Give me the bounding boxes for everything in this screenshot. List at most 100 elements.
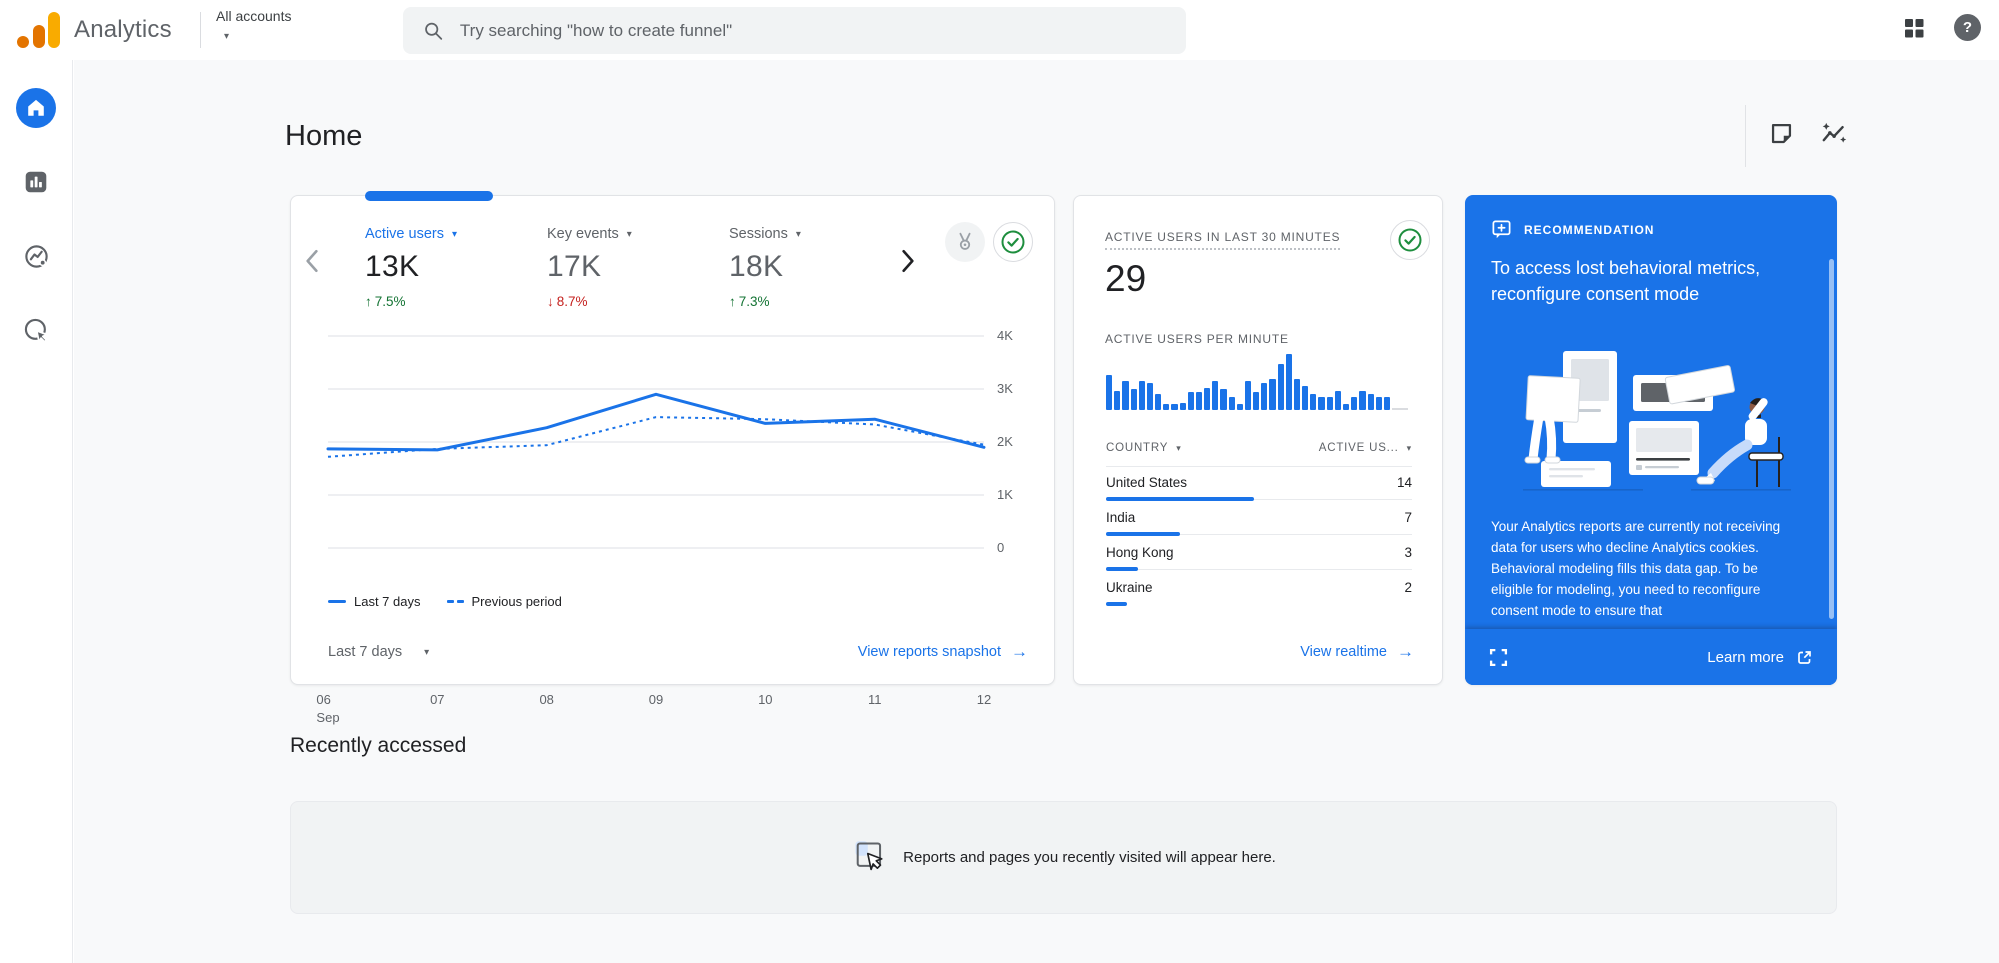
metric-active-users[interactable]: Active users ▾ 13K ↑ 7.5% bbox=[365, 226, 547, 309]
x-axis-label: 12 bbox=[976, 692, 992, 707]
realtime-data-quality-button[interactable] bbox=[1390, 220, 1430, 260]
metric-value: 18K bbox=[729, 250, 784, 283]
arrow-up-icon: ↑ bbox=[729, 294, 736, 309]
minute-bar bbox=[1261, 383, 1268, 410]
sidebar-item-home[interactable] bbox=[16, 88, 56, 128]
account-switcher-label: All accounts bbox=[216, 8, 292, 24]
notes-button[interactable] bbox=[1764, 116, 1798, 150]
sidebar-item-advertising[interactable] bbox=[16, 310, 56, 350]
country-column-sort[interactable]: COUNTRY ▾ bbox=[1106, 442, 1182, 454]
realtime-title[interactable]: ACTIVE USERS IN LAST 30 MINUTES bbox=[1105, 230, 1341, 250]
minute-bar bbox=[1179, 402, 1186, 410]
benchmarking-button[interactable] bbox=[945, 222, 985, 262]
x-axis-label: 06 Sep bbox=[316, 692, 340, 725]
recently-accessed-empty-panel: Reports and pages you recently visited w… bbox=[290, 801, 1837, 914]
insights-icon bbox=[1822, 122, 1846, 143]
metric-value: 13K bbox=[365, 250, 420, 283]
metric-columns: Active users ▾ 13K ↑ 7.5% Key events ▾ 17K ↓ 8.7%… bbox=[365, 226, 911, 309]
active-users-column-sort[interactable]: ACTIVE US... ▾ bbox=[1319, 442, 1412, 454]
country-name: Ukraine bbox=[1106, 580, 1153, 595]
sidebar-item-reports[interactable] bbox=[16, 162, 56, 202]
brand-logo[interactable]: Analytics bbox=[16, 12, 172, 48]
sidebar-item-explore[interactable] bbox=[16, 236, 56, 276]
minute-bar bbox=[1146, 383, 1154, 410]
minute-bar bbox=[1293, 379, 1301, 410]
brand-name: Analytics bbox=[74, 16, 172, 43]
reports-icon bbox=[25, 171, 47, 193]
chevron-down-icon: ▾ bbox=[795, 228, 801, 240]
minute-bar bbox=[1236, 403, 1243, 410]
recommendation-card: RECOMMENDATION To access lost behavioral… bbox=[1465, 195, 1837, 685]
metric-key-events[interactable]: Key events ▾ 17K ↓ 8.7% bbox=[547, 226, 729, 309]
metrics-prev-button[interactable] bbox=[303, 248, 323, 276]
recommendation-body: Your Analytics reports are currently not… bbox=[1491, 519, 1781, 618]
title-actions-divider bbox=[1745, 105, 1746, 167]
view-reports-snapshot-link[interactable]: View reports snapshot → bbox=[858, 642, 1028, 662]
x-axis-label: 10 bbox=[758, 692, 773, 707]
dashed-line-swatch bbox=[446, 599, 464, 604]
country-table-body: United States 14 India 7 Hong Kong 3 Ukraine 2 bbox=[1106, 466, 1412, 606]
cursor-click-icon bbox=[855, 840, 883, 870]
date-range-selector[interactable]: Last 7 days ▾ bbox=[328, 644, 429, 660]
minute-bar bbox=[1138, 380, 1145, 410]
expand-icon[interactable] bbox=[1489, 648, 1508, 667]
recommendation-badge: RECOMMENDATION bbox=[1524, 222, 1655, 237]
active-metric-tab-indicator bbox=[365, 191, 493, 201]
country-row: India 7 bbox=[1106, 501, 1412, 536]
minute-bar bbox=[1310, 394, 1317, 410]
minute-bar bbox=[1351, 396, 1358, 410]
metric-sessions[interactable]: Sessions ▾ 18K ↑ 7.3% bbox=[729, 226, 911, 309]
insights-button[interactable] bbox=[1816, 116, 1850, 150]
advertising-icon bbox=[24, 318, 48, 343]
help-icon[interactable]: ? bbox=[1954, 14, 1981, 41]
country-bar bbox=[1106, 602, 1128, 606]
header-actions: ? bbox=[1902, 14, 1981, 41]
y-axis-label: 1K bbox=[997, 487, 1013, 502]
country-name: United States bbox=[1106, 475, 1188, 490]
check-circle-icon bbox=[1398, 228, 1422, 252]
minute-bar bbox=[1318, 396, 1325, 410]
minute-bar bbox=[1342, 403, 1350, 410]
main-content: Home Active users ▾ 13K ↑ 7.5% Key event… bbox=[74, 60, 1999, 963]
x-axis-label: 11 bbox=[867, 692, 882, 707]
country-active-users: 2 bbox=[1404, 580, 1412, 595]
analytics-home-page: Analytics All accounts ▾ ? bbox=[0, 0, 1999, 963]
arrow-right-icon: → bbox=[1397, 642, 1414, 661]
learn-more-button[interactable]: Learn more bbox=[1707, 649, 1813, 666]
y-axis-label: 4K bbox=[997, 328, 1013, 343]
chevron-down-icon: ▾ bbox=[1406, 442, 1412, 453]
recommendation-icon bbox=[1492, 220, 1511, 239]
apps-grid-icon[interactable] bbox=[1902, 16, 1926, 40]
chevron-down-icon: ▾ bbox=[626, 228, 632, 240]
recommendation-header: RECOMMENDATION bbox=[1491, 219, 1654, 240]
minute-bar bbox=[1302, 385, 1309, 410]
recently-accessed-heading: Recently accessed bbox=[290, 734, 467, 757]
account-switcher[interactable]: All accounts ▾ bbox=[216, 8, 291, 42]
date-range-label: Last 7 days bbox=[328, 644, 403, 660]
country-bar bbox=[1106, 497, 1254, 501]
trend-chart bbox=[326, 332, 986, 552]
legend-label: Previous period bbox=[471, 594, 562, 609]
card-scrollbar[interactable] bbox=[1829, 259, 1834, 619]
data-quality-button[interactable] bbox=[993, 222, 1033, 262]
minute-bar bbox=[1187, 391, 1194, 410]
minute-bar bbox=[1326, 396, 1333, 410]
minute-bar bbox=[1220, 388, 1227, 410]
minute-bar bbox=[1367, 394, 1374, 410]
country-bar bbox=[1106, 567, 1138, 571]
y-axis-label: 0 bbox=[997, 540, 1005, 555]
y-axis-label: 3K bbox=[997, 381, 1013, 396]
logo-bar-mid bbox=[33, 25, 45, 48]
search-input[interactable] bbox=[459, 20, 1166, 41]
chevron-down-icon: ▾ bbox=[424, 646, 430, 658]
minute-bar bbox=[1204, 387, 1211, 410]
x-axis-label: 07 bbox=[430, 692, 445, 707]
country-active-users: 7 bbox=[1404, 510, 1412, 525]
legend-label: Last 7 days bbox=[354, 594, 421, 609]
view-realtime-link[interactable]: View realtime → bbox=[1300, 642, 1414, 662]
legend-item-current: Last 7 days bbox=[328, 594, 421, 609]
explore-icon bbox=[24, 244, 48, 268]
chevron-down-icon: ▾ bbox=[451, 228, 458, 240]
minute-bar bbox=[1195, 391, 1203, 410]
search-bar[interactable] bbox=[403, 7, 1186, 54]
